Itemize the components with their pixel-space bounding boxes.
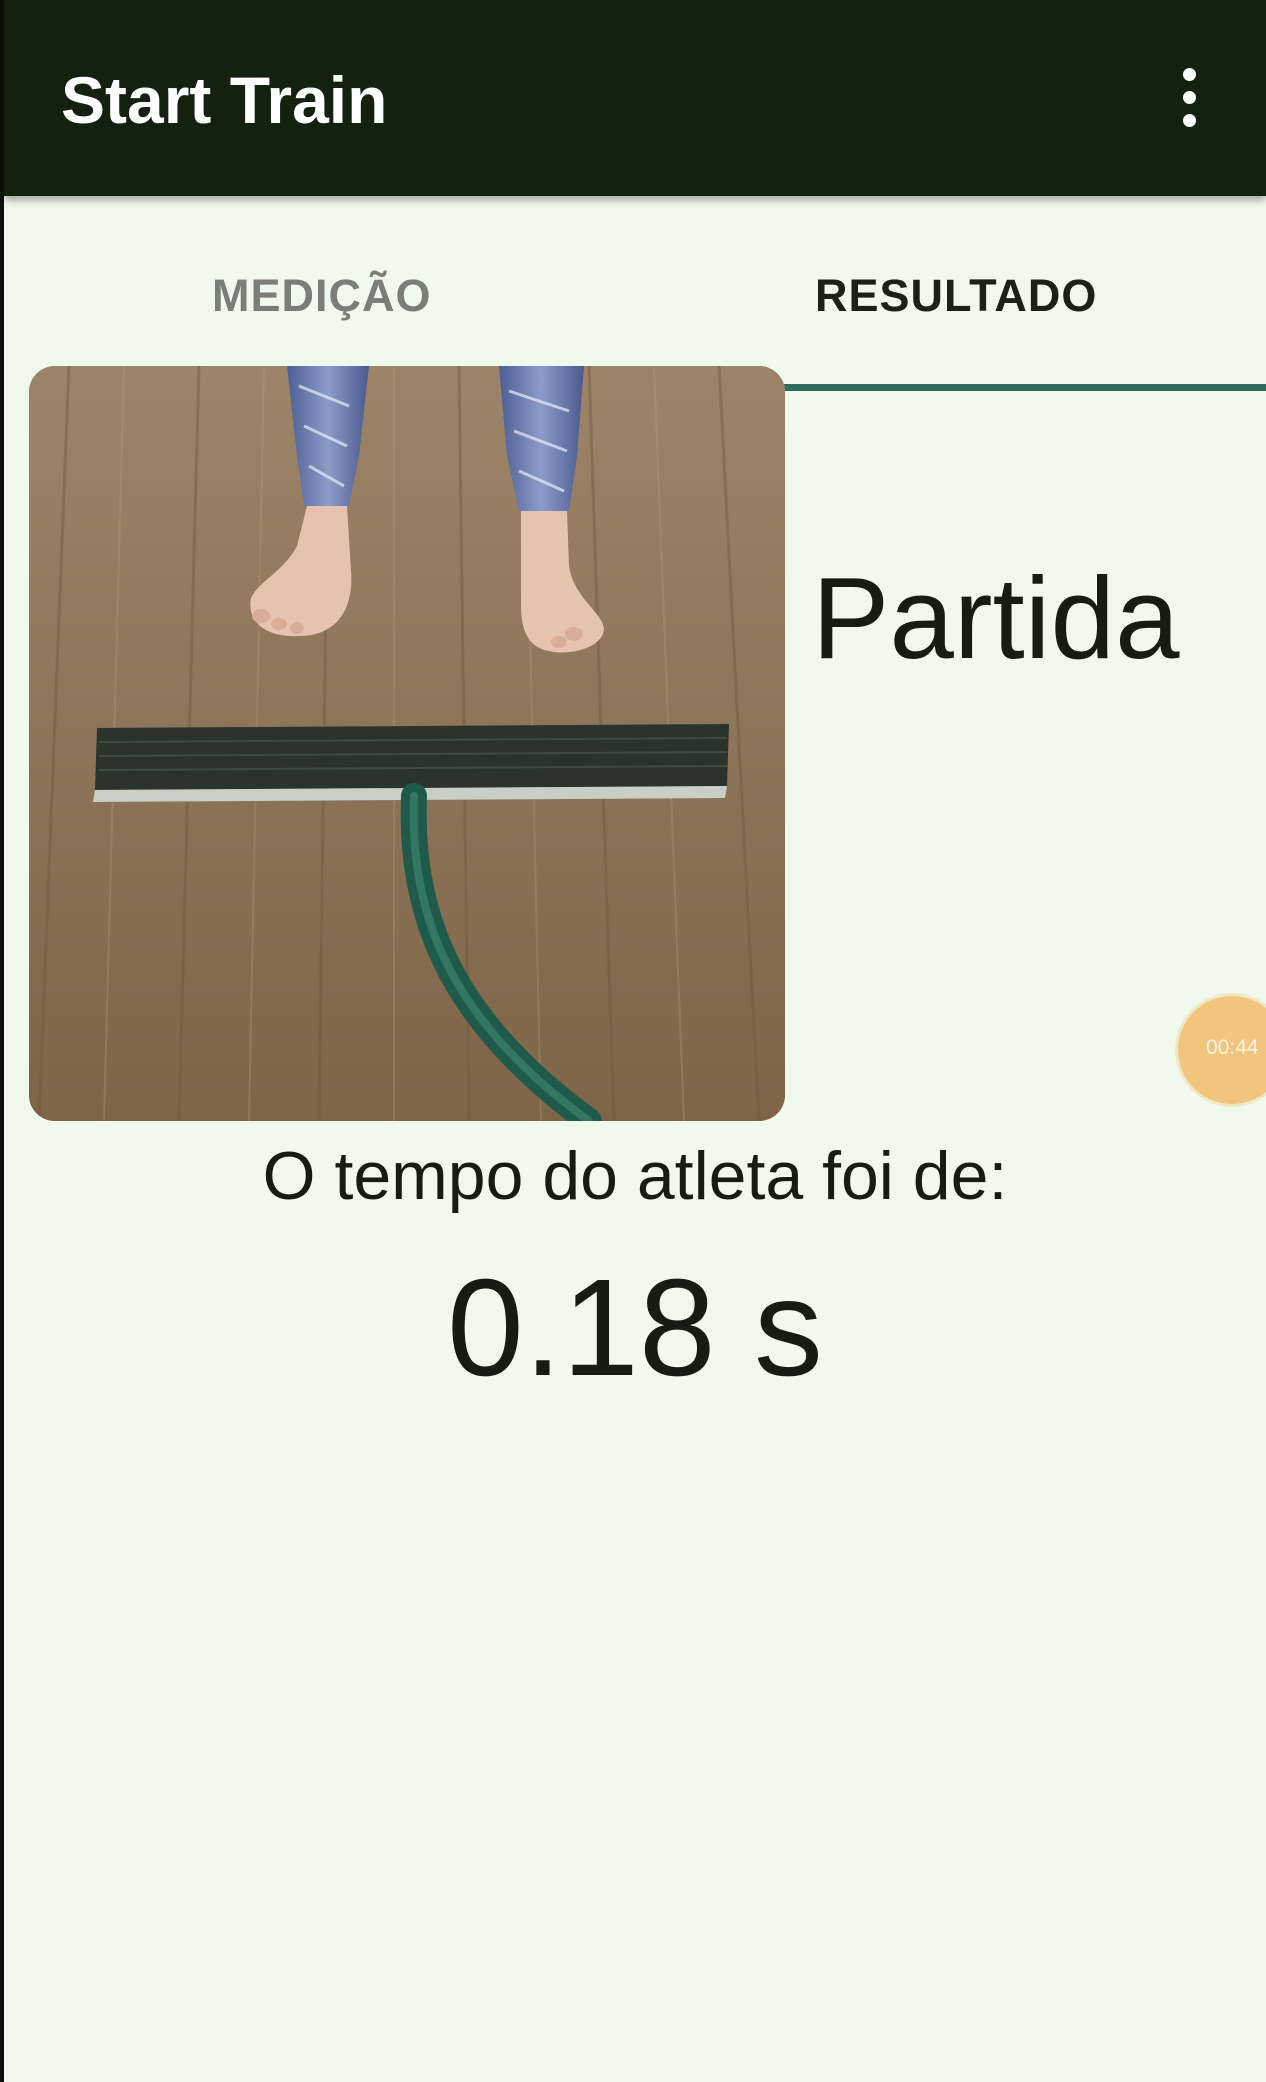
tab-selected-indicator — [784, 384, 1266, 391]
app-bar: Start Train — [4, 0, 1266, 196]
menu-dot — [1183, 68, 1196, 81]
more-vert-icon[interactable] — [1164, 62, 1214, 134]
menu-dot — [1183, 91, 1196, 104]
start-label: Partida — [812, 553, 1180, 683]
app-title: Start Train — [61, 63, 388, 137]
floating-timer-bubble[interactable]: 00:44 — [1178, 996, 1266, 1104]
time-caption: O tempo do atleta foi de: — [262, 1138, 1008, 1214]
result-screen: Start Train MEDIÇÃO RESULTADO Partida 00… — [4, 0, 1266, 2082]
athlete-start-photo — [29, 366, 785, 1121]
tab-resultado[interactable]: RESULTADO — [815, 268, 1097, 324]
tab-medicao[interactable]: MEDIÇÃO — [212, 268, 432, 324]
timer-text: 00:44 — [1206, 1036, 1259, 1059]
time-value: 0.18 s — [447, 1251, 823, 1405]
menu-dot — [1183, 114, 1196, 127]
